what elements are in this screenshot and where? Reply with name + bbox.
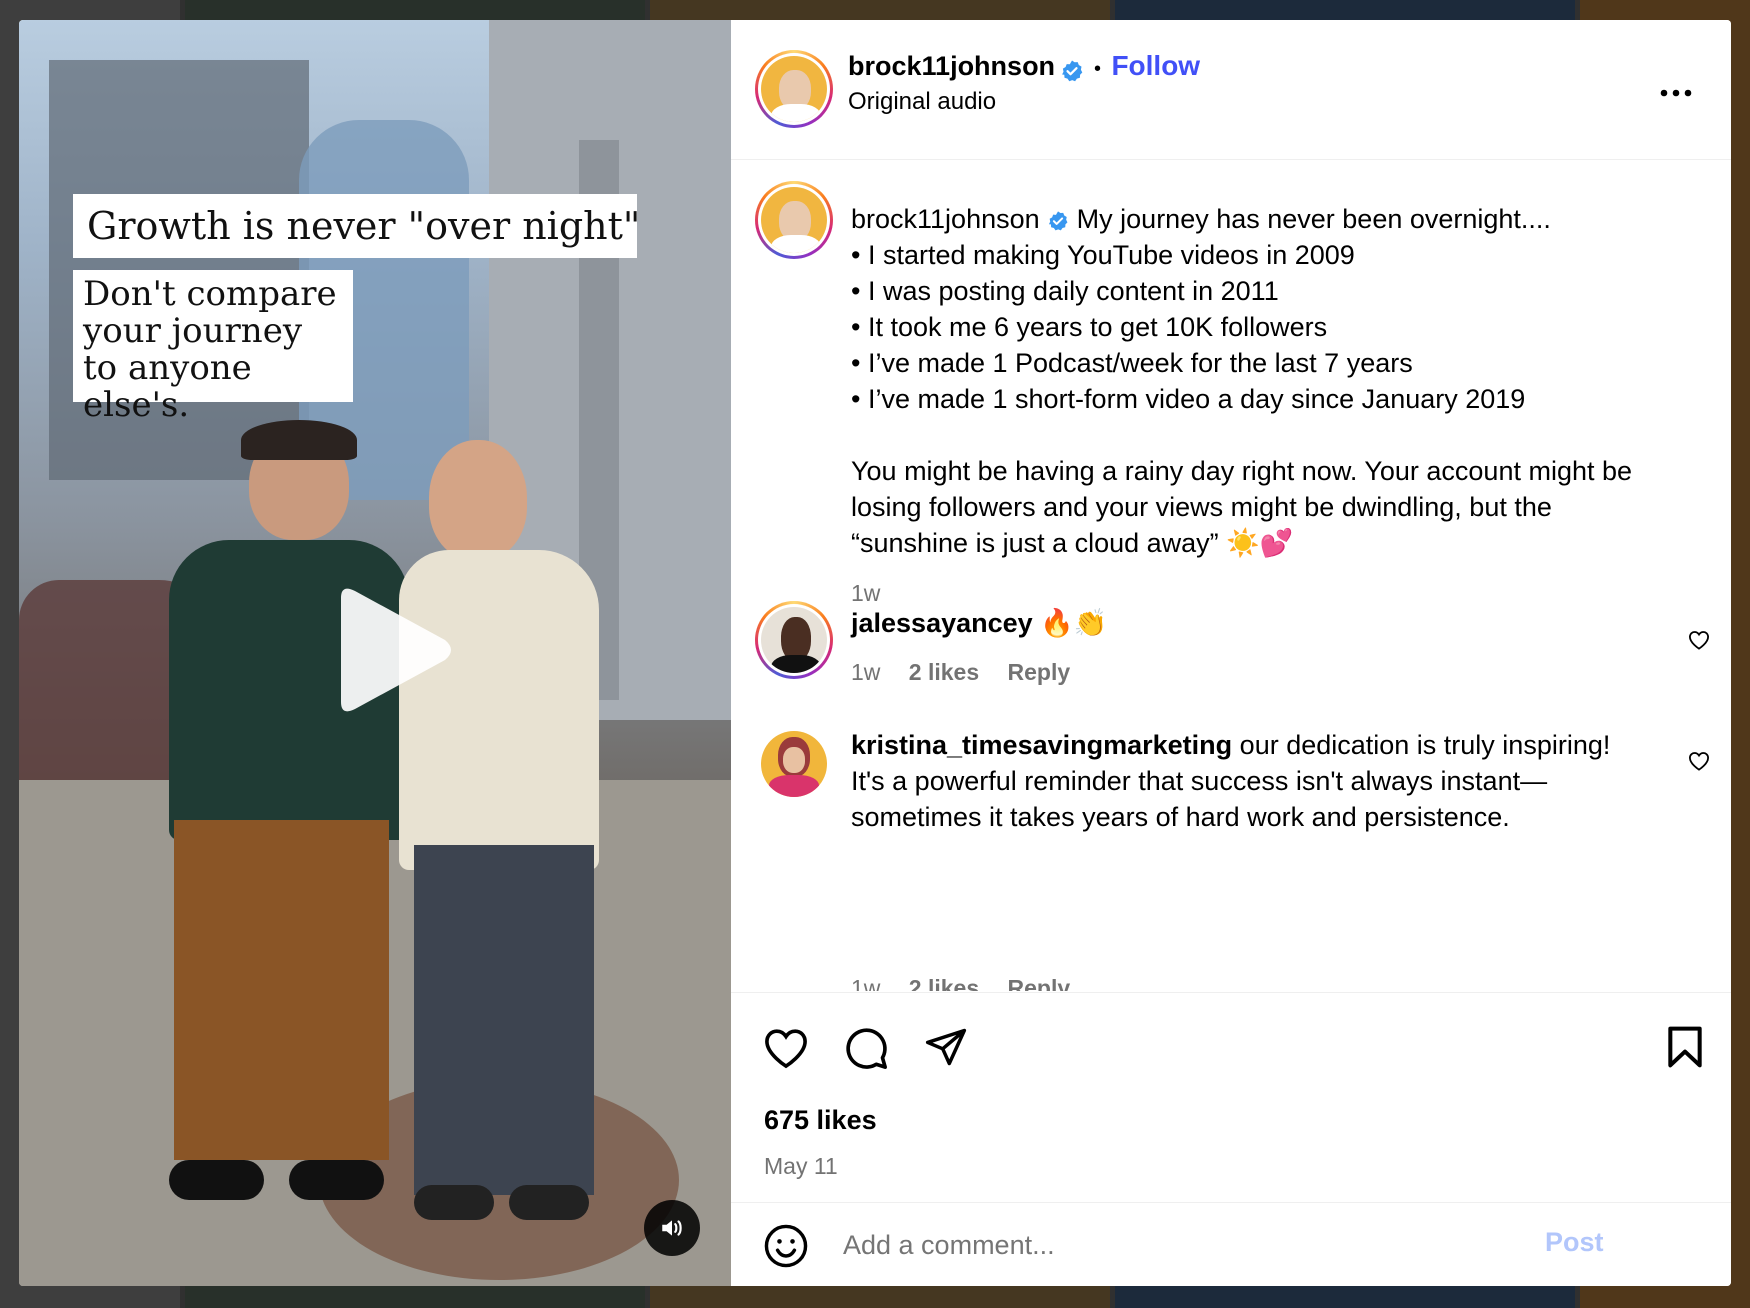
comment-time[interactable]: 1w bbox=[851, 659, 880, 685]
caption-author-avatar[interactable] bbox=[755, 181, 833, 259]
overlay-title: Growth is never "over night" bbox=[73, 194, 640, 258]
author-username[interactable]: brock11johnson bbox=[848, 51, 1055, 81]
follow-button[interactable]: Follow bbox=[1111, 50, 1200, 81]
verified-badge-icon bbox=[1049, 211, 1068, 231]
comment-like-heart-icon[interactable] bbox=[1688, 630, 1710, 650]
header-separator: • bbox=[1093, 58, 1101, 80]
play-icon[interactable] bbox=[319, 580, 459, 720]
post-actions: 675 likes May 11 bbox=[731, 992, 1731, 1202]
commenter-avatar[interactable] bbox=[755, 601, 833, 679]
post-comment-button[interactable]: Post bbox=[1545, 1227, 1604, 1258]
comment-text: 🔥👏 bbox=[1040, 608, 1108, 638]
caption-paragraph: You might be having a rainy day right no… bbox=[851, 456, 1633, 558]
save-bookmark-icon[interactable] bbox=[1665, 1025, 1705, 1069]
comment-input[interactable] bbox=[843, 1225, 1543, 1265]
caption-line: My journey has never been overnight.... bbox=[1076, 204, 1551, 234]
comment-item: jalessayancey 🔥👏 bbox=[851, 607, 1107, 639]
comment-reply-button[interactable]: Reply bbox=[1008, 659, 1071, 685]
comment-item: kristina_timesavingmarketing our dedicat… bbox=[851, 727, 1631, 835]
post-video[interactable]: Growth is never "over night" Don't compa… bbox=[19, 20, 731, 1286]
comment-like-heart-icon[interactable] bbox=[1688, 751, 1710, 771]
comment-meta: 1w 2 likes Reply bbox=[851, 975, 1070, 991]
share-send-icon[interactable] bbox=[923, 1025, 969, 1069]
caption-line: • It took me 6 years to get 10K follower… bbox=[851, 312, 1328, 342]
comment-meta: 1w 2 likes Reply bbox=[851, 659, 1070, 686]
post-caption: brock11johnson My journey has never been… bbox=[851, 201, 1671, 611]
caption-username[interactable]: brock11johnson bbox=[851, 204, 1040, 234]
audio-label[interactable]: Original audio bbox=[848, 88, 996, 116]
emoji-icon[interactable] bbox=[763, 1223, 809, 1269]
comment-bubble-icon[interactable] bbox=[843, 1025, 889, 1071]
comment-likes[interactable]: 2 likes bbox=[909, 659, 979, 685]
more-options-icon[interactable] bbox=[1659, 88, 1693, 98]
commenter-avatar[interactable] bbox=[761, 731, 827, 797]
add-comment-bar: Post bbox=[731, 1202, 1731, 1286]
comment-time[interactable]: 1w bbox=[851, 975, 880, 991]
comment-likes[interactable]: 2 likes bbox=[909, 975, 979, 991]
post-date[interactable]: May 11 bbox=[764, 1153, 838, 1180]
caption-line: • I was posting daily content in 2011 bbox=[851, 276, 1279, 306]
likes-count[interactable]: 675 likes bbox=[764, 1105, 877, 1136]
volume-icon bbox=[662, 1220, 682, 1236]
post-side-panel: brock11johnson • Follow Original audio b… bbox=[731, 20, 1731, 1286]
verified-badge-icon bbox=[1061, 60, 1082, 81]
comment-reply-button[interactable]: Reply bbox=[1008, 975, 1071, 991]
comment-username[interactable]: kristina_timesavingmarketing bbox=[851, 730, 1232, 760]
caption-line: • I’ve made 1 short-form video a day sin… bbox=[851, 384, 1526, 414]
comment-username[interactable]: jalessayancey bbox=[851, 608, 1033, 638]
post-modal: Growth is never "over night" Don't compa… bbox=[19, 20, 1731, 1286]
comments-scroll-area[interactable]: brock11johnson My journey has never been… bbox=[731, 161, 1731, 991]
author-avatar[interactable] bbox=[755, 50, 833, 128]
volume-button[interactable] bbox=[644, 1200, 700, 1256]
caption-line: • I started making YouTube videos in 200… bbox=[851, 240, 1355, 270]
caption-timestamp[interactable]: 1w bbox=[851, 575, 1671, 611]
post-header: brock11johnson • Follow Original audio bbox=[731, 20, 1731, 160]
overlay-subtitle: Don't compare your journey to anyone els… bbox=[73, 270, 353, 424]
caption-line: • I’ve made 1 Podcast/week for the last … bbox=[851, 348, 1413, 378]
like-heart-icon[interactable] bbox=[763, 1027, 809, 1069]
